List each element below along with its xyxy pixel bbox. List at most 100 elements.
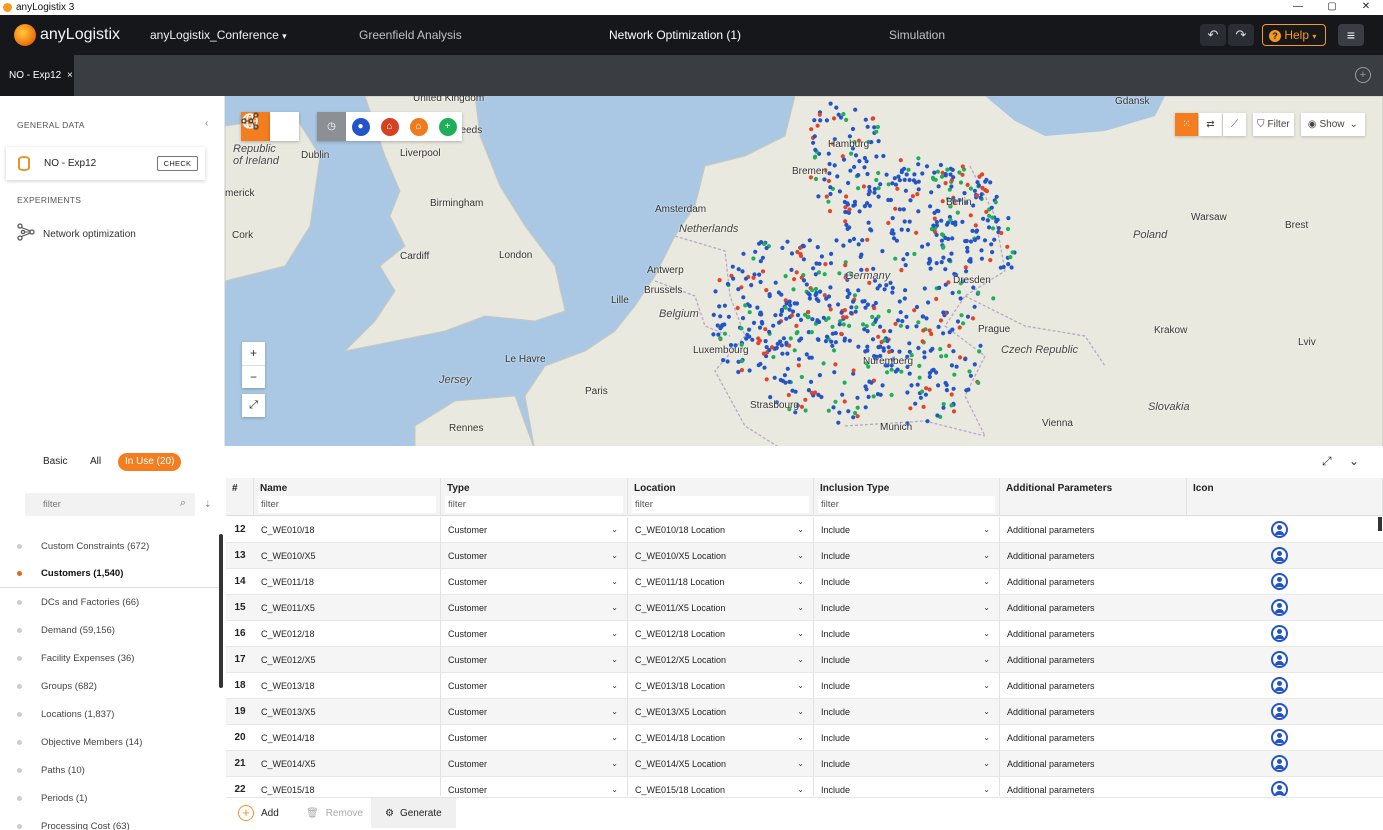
map-location-point[interactable]	[898, 310, 903, 315]
map-location-point[interactable]	[893, 256, 898, 261]
map-location-point[interactable]	[874, 129, 879, 134]
map-location-point[interactable]	[826, 199, 831, 204]
map-location-point[interactable]	[876, 170, 881, 176]
map-location-point[interactable]	[839, 310, 844, 315]
map-location-point[interactable]	[843, 219, 848, 224]
map-location-point[interactable]	[901, 257, 906, 262]
map-location-point[interactable]	[851, 236, 857, 242]
map-location-point[interactable]	[970, 228, 975, 233]
map-location-point[interactable]	[853, 153, 859, 158]
map-location-point[interactable]	[943, 267, 948, 272]
map-location-point[interactable]	[898, 158, 903, 163]
map-location-point[interactable]	[963, 357, 968, 362]
map-location-point[interactable]	[809, 330, 814, 335]
location-dropdown[interactable]: C_WE015/18 Location ⌄	[628, 777, 814, 796]
map-location-point[interactable]	[764, 245, 769, 251]
icon-cell[interactable]	[1263, 673, 1303, 699]
icon-cell[interactable]	[1263, 595, 1303, 621]
map-location-point[interactable]	[972, 188, 978, 193]
inclusion-dropdown[interactable]: Include ⌄	[814, 647, 1000, 673]
map-location-point[interactable]	[944, 353, 949, 358]
list-item[interactable]: Objective Members (14)	[0, 728, 220, 756]
chevron-down-icon[interactable]: ⌄	[1349, 454, 1359, 468]
map-location-point[interactable]	[813, 390, 818, 395]
map-location-point[interactable]	[806, 388, 812, 393]
map-location-point[interactable]	[760, 255, 766, 260]
map-location-point[interactable]	[938, 162, 944, 168]
map-location-point[interactable]	[774, 345, 779, 350]
map-location-point[interactable]	[964, 238, 969, 244]
map-location-point[interactable]	[968, 373, 974, 378]
map-location-point[interactable]	[967, 258, 972, 263]
map-location-point[interactable]	[837, 271, 842, 276]
map-location-point[interactable]	[856, 186, 861, 191]
map-location-point[interactable]	[896, 318, 901, 323]
expand-icon[interactable]: ⤢	[1322, 454, 1332, 469]
map-location-point[interactable]	[833, 362, 838, 367]
map-location-point[interactable]	[838, 115, 844, 120]
map-location-point[interactable]	[799, 336, 804, 341]
map-location-point[interactable]	[884, 283, 889, 288]
inclusion-dropdown[interactable]: Include ⌄	[814, 517, 1000, 543]
maximize-button[interactable]: ▢	[1315, 0, 1349, 15]
map-location-point[interactable]	[764, 377, 769, 382]
map-location-point[interactable]	[875, 392, 881, 397]
map-location-point[interactable]	[736, 267, 741, 272]
map-location-point[interactable]	[951, 349, 956, 354]
map-location-point[interactable]	[901, 207, 906, 212]
map-location-point[interactable]	[946, 280, 951, 285]
map-location-point[interactable]	[968, 186, 974, 191]
map-location-point[interactable]	[730, 264, 735, 269]
map-location-point[interactable]	[912, 172, 917, 177]
map-location-point[interactable]	[843, 263, 848, 268]
cell-params[interactable]: Additional parameters	[1000, 569, 1187, 595]
icon-cell[interactable]	[1263, 725, 1303, 751]
map-location-point[interactable]	[893, 206, 898, 211]
map-location-point[interactable]	[897, 299, 902, 304]
map-location-point[interactable]	[865, 171, 870, 177]
type-dropdown[interactable]: Customer ⌄	[441, 699, 628, 725]
map-location-point[interactable]	[866, 220, 871, 225]
map-location-point[interactable]	[785, 366, 790, 371]
map-location-point[interactable]	[865, 124, 870, 129]
location-dropdown[interactable]: C_WE012/X5 Location ⌄	[628, 647, 814, 673]
map-location-point[interactable]	[791, 287, 796, 292]
map-location-point[interactable]	[929, 226, 935, 232]
map-location-point[interactable]	[994, 194, 999, 199]
map-location-point[interactable]	[842, 336, 848, 341]
tab-simulation[interactable]: Simulation	[889, 28, 945, 42]
map-location-point[interactable]	[713, 289, 718, 294]
map-location-point[interactable]	[925, 242, 931, 247]
map-location-point[interactable]	[871, 322, 876, 327]
map-location-point[interactable]	[842, 399, 847, 404]
map-location-point[interactable]	[849, 151, 854, 156]
map-location-point[interactable]	[949, 251, 954, 256]
map-location-point[interactable]	[891, 236, 897, 241]
map-location-point[interactable]	[951, 386, 956, 391]
cell-params[interactable]: Additional parameters	[1000, 595, 1187, 621]
fit-bounds-icon[interactable]: ⤢	[242, 394, 265, 417]
map-location-point[interactable]	[940, 199, 945, 204]
map-location-point[interactable]	[907, 341, 912, 346]
cell-params[interactable]: Additional parameters	[1000, 543, 1187, 569]
tab-greenfield-analysis[interactable]: Greenfield Analysis	[359, 28, 462, 42]
map-location-point[interactable]	[844, 194, 849, 199]
map-location-point[interactable]	[807, 296, 813, 301]
map-location-point[interactable]	[890, 290, 895, 295]
map-location-point[interactable]	[916, 345, 921, 351]
table-row[interactable]: 12 C_WE010/18 Customer ⌄ C_WE010/18 Location…	[226, 517, 1383, 543]
map-location-point[interactable]	[899, 369, 904, 374]
map-location-point[interactable]	[931, 367, 936, 372]
map-location-point[interactable]	[918, 395, 924, 400]
map-location-point[interactable]	[1010, 250, 1015, 255]
zoom-in-button[interactable]: +	[242, 342, 265, 365]
map-location-point[interactable]	[837, 410, 842, 415]
map-location-point[interactable]	[948, 172, 953, 177]
map-location-point[interactable]	[939, 354, 944, 359]
filter-button[interactable]: ⛉ Filter	[1253, 113, 1294, 136]
map-location-point[interactable]	[794, 323, 799, 328]
map-location-point[interactable]	[958, 180, 964, 185]
map-location-point[interactable]	[968, 213, 973, 218]
map-location-point[interactable]	[837, 189, 843, 194]
cell-name[interactable]: C_WE010/X5	[254, 543, 441, 569]
